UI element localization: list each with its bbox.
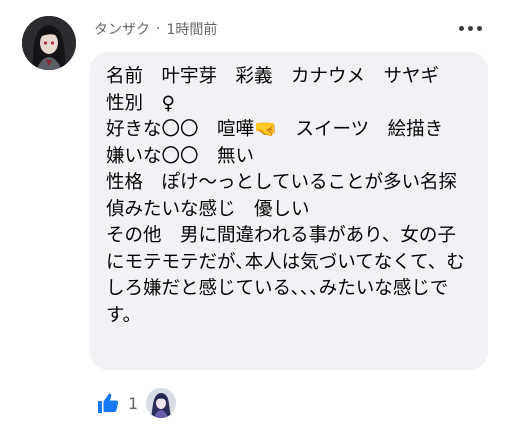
dot-1 xyxy=(458,25,464,31)
separator-dot: · xyxy=(156,21,161,37)
comment-text: 名前 叶宇芽 彩義 カナウメ サヤギ 性別 ♀ 好きな〇〇 喧嘩🤜 スイーツ 絵… xyxy=(106,66,465,326)
comment-timestamp[interactable]: 1時間前 xyxy=(166,19,217,39)
dot-3 xyxy=(476,25,482,31)
thumbs-up-icon[interactable] xyxy=(96,391,120,415)
comment-header: タンザク · 1時間前 xyxy=(94,17,217,41)
reactions-bar[interactable]: 1 xyxy=(96,388,177,418)
reactor-avatar[interactable] xyxy=(146,388,177,418)
comment-bubble: 名前 叶宇芽 彩義 カナウメ サヤギ 性別 ♀ 好きな〇〇 喧嘩🤜 スイーツ 絵… xyxy=(90,52,488,370)
like-count[interactable]: 1 xyxy=(128,394,138,413)
author-avatar[interactable] xyxy=(22,16,76,70)
more-options-icon[interactable] xyxy=(453,16,487,40)
author-name[interactable]: タンザク xyxy=(94,19,150,39)
dot-2 xyxy=(467,25,473,31)
